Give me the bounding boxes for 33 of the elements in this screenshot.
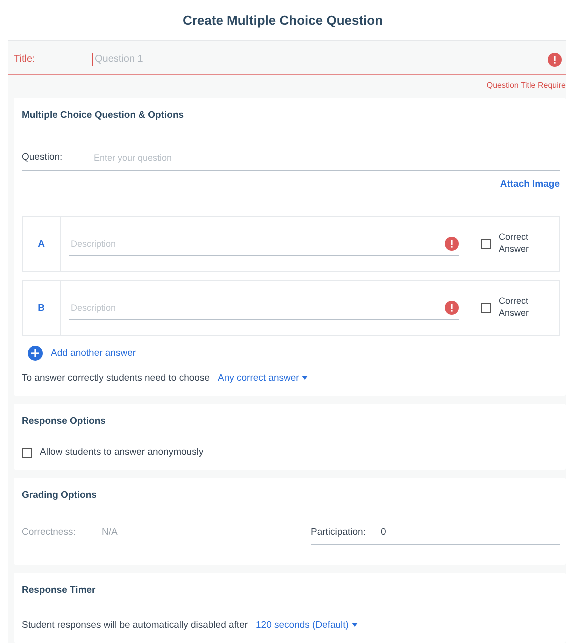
field-value: N/A	[102, 527, 118, 538]
add-answer-link[interactable]: Add another answer	[51, 348, 136, 359]
caret-icon	[302, 376, 308, 380]
section-heading: Response Timer	[22, 585, 97, 596]
answer-box: B Description Correct Answer	[22, 280, 560, 336]
field-label: Participation:	[311, 527, 367, 538]
choose-dropdown[interactable]: Any correct answer	[218, 373, 308, 384]
add-icon[interactable]	[28, 346, 43, 361]
field-label: Question:	[22, 152, 64, 163]
checkbox[interactable]	[22, 448, 32, 458]
error-icon	[445, 300, 459, 314]
error-icon	[445, 236, 459, 250]
checkbox-label: Correct Answer	[499, 296, 530, 320]
dialog-title: Create Multiple Choice Question	[182, 12, 384, 28]
timer-text: Student responses will be automatically disabled after	[22, 620, 248, 631]
checkbox-label: Allow students to answer anonymously	[40, 447, 204, 458]
field-value: 0	[381, 527, 386, 538]
section-heading: Multiple Choice Question & Options	[22, 110, 186, 121]
error-icon	[548, 52, 562, 66]
section-heading: Grading Options	[22, 490, 98, 501]
field-label: Correctness:	[22, 527, 77, 538]
answer-box: A Description Correct Answer	[22, 216, 560, 272]
error-message: Question Title Require	[486, 81, 566, 90]
attach-image-link[interactable]: Attach Image	[500, 179, 560, 190]
timer-dropdown[interactable]: 120 seconds (Default)	[256, 620, 358, 631]
field-label: Title:	[14, 54, 36, 65]
title-input[interactable]: Question 1	[92, 53, 548, 66]
checkbox[interactable]	[481, 303, 491, 313]
checkbox[interactable]	[481, 239, 491, 249]
section-heading: Response Options	[22, 416, 107, 427]
caret-icon	[352, 623, 358, 628]
choose-text: To answer correctly students need to choose	[22, 373, 210, 384]
checkbox-label: Correct Answer	[499, 232, 530, 256]
